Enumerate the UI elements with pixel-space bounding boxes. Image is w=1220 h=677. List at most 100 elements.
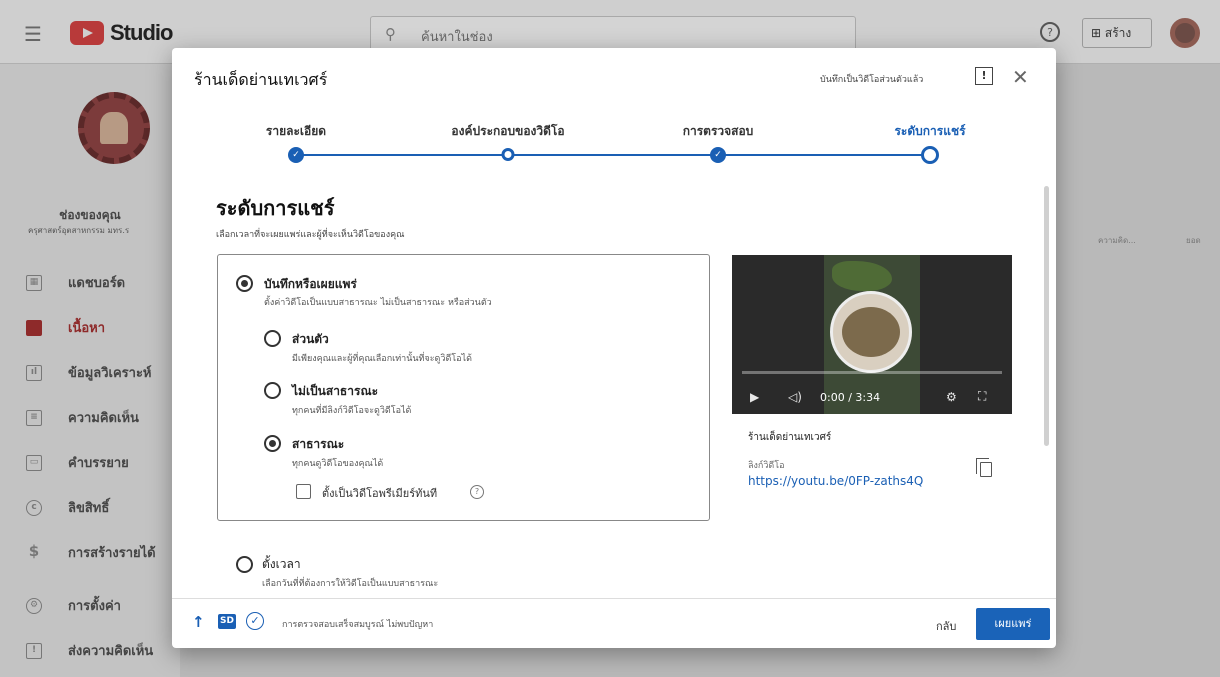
help-icon[interactable]: ?	[1040, 22, 1060, 42]
schedule-desc: เลือกวันที่ที่ต้องการให้วิดีโอเป็นแบบสาธ…	[262, 579, 439, 589]
publish-button[interactable]: เผยแพร่	[976, 608, 1050, 640]
step-elements-label[interactable]: องค์ประกอบของวิดีโอ	[451, 122, 564, 141]
channel-avatar[interactable]	[78, 92, 150, 164]
search-placeholder: ค้นหาในช่อง	[421, 30, 493, 45]
sidebar-nav: ▦ แดชบอร์ด เนื้อหา ıl ข้อมูลวิเคราะห์ ≡ ควา…	[0, 260, 180, 673]
step-visibility-label[interactable]: ระดับการแชร์	[894, 122, 965, 141]
sidebar-item-label: ลิขสิทธิ์	[68, 501, 110, 516]
sidebar: ช่องของคุณ ครุศาสตร์อุตสาหกรรม มทร.ร ▦ แด…	[0, 64, 180, 677]
step-open-dot[interactable]	[501, 148, 515, 161]
step-details-label[interactable]: รายละเอียด	[266, 122, 326, 141]
unlisted-desc: ทุกคนที่มีลิงก์วิดีโอจะดูวิดีโอได้	[292, 406, 412, 416]
sd-icon[interactable]: SD	[218, 614, 236, 629]
unlisted-label: ไม่เป็นสาธารณะ	[292, 384, 379, 398]
public-label: สาธารณะ	[292, 437, 345, 451]
create-button[interactable]: ⊞ สร้าง	[1082, 18, 1152, 48]
video-link[interactable]: https://youtu.be/0FP-zaths4Q	[748, 474, 923, 488]
private-desc: มีเพียงคุณและผู้ที่คุณเลือกเท่านั้นที่จะ…	[292, 354, 472, 364]
stepper-line	[296, 154, 930, 156]
sidebar-item-subtitles[interactable]: ▭ คำบรรยาย	[0, 440, 180, 485]
search-icon: ⚲	[385, 25, 396, 43]
page-subtitle: เลือกเวลาที่จะเผยแพร่และผู้ที่จะเห็นวิดี…	[216, 230, 405, 240]
schedule-label: ตั้งเวลา	[262, 557, 301, 571]
visibility-dialog: ร้านเด็ดย่านเทเวศร์ บันทึกเป็นวิดีโอส่วน…	[172, 48, 1056, 648]
page-title: ระดับการแชร์	[216, 196, 335, 220]
scrollbar[interactable]	[1044, 186, 1049, 446]
step-done-check-icon[interactable]: ✓	[710, 147, 726, 163]
report-issue-icon[interactable]: !	[975, 67, 993, 85]
copy-icon[interactable]	[976, 458, 992, 477]
studio-logo[interactable]: Studio	[70, 20, 173, 46]
public-radio[interactable]	[264, 435, 281, 452]
stepper: รายละเอียด องค์ประกอบของวิดีโอ การตรวจสอ…	[172, 118, 1056, 168]
sidebar-item-settings[interactable]: ⚙ การตั้งค่า	[0, 583, 180, 628]
monetization-icon: $	[28, 541, 40, 560]
youtube-play-icon	[70, 21, 104, 45]
dialog-footer: ↑ SD ✓ การตรวจสอบเสร็จสมบูรณ์ ไม่พบปัญหา…	[172, 598, 1056, 648]
avatar[interactable]	[1170, 18, 1200, 48]
schedule-radio[interactable]	[236, 556, 253, 573]
sidebar-item-label: เนื้อหา	[68, 321, 106, 336]
logo-text: Studio	[110, 20, 173, 45]
video-link-label: ลิงก์วิดีโอ	[748, 461, 785, 471]
step-checks-label[interactable]: การตรวจสอบ	[683, 122, 754, 141]
video-thumbnail-image	[842, 307, 900, 357]
save-or-publish-panel: บันทึกหรือเผยแพร่ ตั้งค่าวิดีโอเป็นแบบสา…	[217, 254, 710, 521]
create-label: สร้าง	[1104, 26, 1132, 40]
save-publish-radio[interactable]	[236, 275, 253, 292]
dashboard-icon: ▦	[26, 274, 42, 291]
sidebar-item-label: ความคิดเห็น	[68, 411, 139, 426]
private-radio[interactable]	[264, 330, 281, 347]
instant-premiere-label: ตั้งเป็นวิดีโอพรีเมียร์ทันที	[322, 487, 438, 500]
video-progress-bar[interactable]	[742, 371, 1002, 374]
bg-column-header: ความคิด...	[1098, 236, 1136, 245]
step-done-check-icon[interactable]: ✓	[288, 147, 304, 163]
save-publish-desc: ตั้งค่าวิดีโอเป็นแบบสาธารณะ ไม่เป็นสาธาร…	[264, 298, 492, 308]
sidebar-item-label: การสร้างรายได้	[68, 546, 156, 561]
step-current-dot[interactable]	[921, 146, 939, 164]
search-input[interactable]: ⚲ ค้นหาในช่อง	[370, 16, 856, 52]
unlisted-radio[interactable]	[264, 382, 281, 399]
sidebar-item-dashboard[interactable]: ▦ แดชบอร์ด	[0, 260, 180, 305]
volume-icon[interactable]: ◁)	[788, 390, 802, 404]
video-time: 0:00 / 3:34	[820, 391, 881, 404]
menu-icon[interactable]: ☰	[24, 22, 42, 46]
sidebar-item-label: คำบรรยาย	[68, 456, 129, 471]
sidebar-item-monetization[interactable]: $ การสร้างรายได้	[0, 530, 180, 575]
sidebar-item-label: ข้อมูลวิเคราะห์	[68, 366, 152, 381]
sidebar-item-comments[interactable]: ≡ ความคิดเห็น	[0, 395, 180, 440]
fullscreen-icon[interactable]: ⛶	[978, 389, 986, 404]
check-status: การตรวจสอบเสร็จสมบูรณ์ ไม่พบปัญหา	[282, 620, 434, 630]
check-complete-icon[interactable]: ✓	[246, 612, 264, 630]
upload-icon[interactable]: ↑	[192, 613, 205, 631]
sidebar-item-analytics[interactable]: ıl ข้อมูลวิเคราะห์	[0, 350, 180, 395]
settings-icon[interactable]: ⚙	[946, 390, 957, 404]
sidebar-item-feedback[interactable]: ! ส่งความคิดเห็น	[0, 628, 180, 673]
video-preview[interactable]: ▶ ◁) 0:00 / 3:34 ⚙ ⛶	[732, 255, 1012, 414]
sidebar-item-label: ส่งความคิดเห็น	[68, 644, 154, 659]
video-title: ร้านเด็ดย่านเทเวศร์	[748, 432, 832, 443]
dialog-title: ร้านเด็ดย่านเทเวศร์	[194, 70, 328, 89]
analytics-icon: ıl	[26, 364, 42, 381]
help-icon[interactable]: ?	[470, 485, 484, 499]
channel-name: ช่องของคุณ	[59, 208, 121, 222]
copyright-icon: c	[26, 499, 42, 516]
subtitles-icon: ▭	[26, 454, 42, 471]
play-icon[interactable]: ▶	[750, 390, 759, 404]
back-button[interactable]: กลับ	[936, 617, 956, 635]
private-label: ส่วนตัว	[292, 332, 329, 346]
sidebar-item-content[interactable]: เนื้อหา	[0, 305, 180, 350]
content-icon	[26, 319, 42, 336]
channel-subtitle: ครุศาสตร์อุตสาหกรรม มทร.ร	[28, 226, 130, 235]
bg-column-header: ยอด	[1186, 236, 1201, 245]
public-desc: ทุกคนดูวิดีโอของคุณได้	[292, 459, 384, 469]
comments-icon: ≡	[26, 409, 42, 426]
sidebar-item-label: แดชบอร์ด	[68, 276, 126, 291]
feedback-icon: !	[26, 642, 42, 659]
sidebar-item-label: การตั้งค่า	[68, 599, 121, 614]
saved-status: บันทึกเป็นวิดีโอส่วนตัวแล้ว	[820, 75, 924, 85]
save-publish-label: บันทึกหรือเผยแพร่	[264, 277, 357, 291]
instant-premiere-checkbox[interactable]	[296, 484, 311, 499]
sidebar-item-copyright[interactable]: c ลิขสิทธิ์	[0, 485, 180, 530]
close-icon[interactable]: ✕	[1012, 65, 1029, 89]
